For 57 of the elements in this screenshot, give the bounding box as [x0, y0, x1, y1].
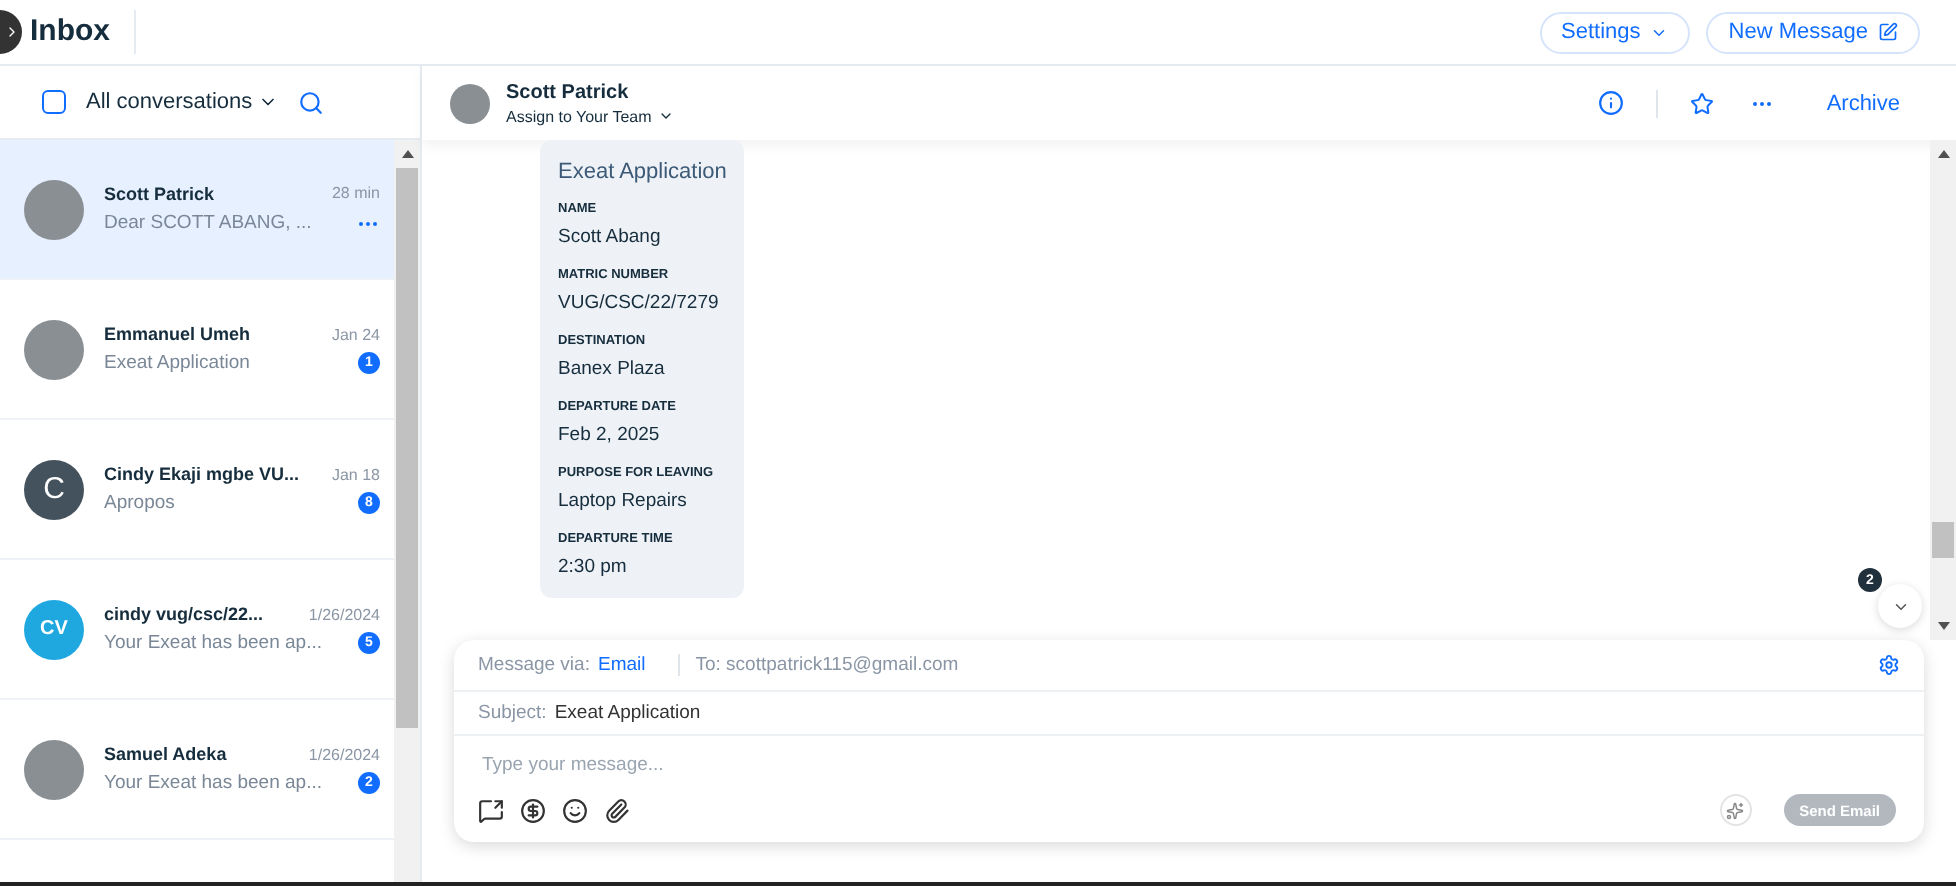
subject-label: Subject:: [478, 702, 547, 724]
field-value: Feb 2, 2025: [558, 424, 662, 446]
share-icon[interactable]: [478, 797, 504, 823]
sidebar-toggle[interactable]: [0, 10, 22, 54]
avatar-photo-placeholder: [24, 739, 84, 799]
avatar-photo-placeholder: [24, 319, 84, 379]
compose-icon: [1878, 22, 1898, 42]
message-preview: Your Exeat has been ap...: [104, 772, 322, 794]
emoji-icon[interactable]: [562, 797, 588, 823]
attachment-icon[interactable]: [604, 797, 630, 823]
star-icon[interactable]: [1690, 91, 1715, 115]
message-time: 28 min: [331, 184, 380, 202]
filter-dropdown[interactable]: All conversations: [86, 90, 279, 114]
info-icon[interactable]: [1598, 90, 1625, 116]
avatar: CV: [24, 599, 84, 659]
contact-name: Cindy Ekaji mgbe VU...: [104, 464, 300, 484]
sparkle-icon: [1726, 801, 1745, 819]
contact-name: Scott Patrick: [104, 183, 215, 203]
message-preview: Exeat Application: [104, 352, 250, 374]
avatar: C: [24, 459, 84, 519]
archive-button[interactable]: Archive: [1826, 91, 1900, 115]
chevron-icon: [657, 108, 674, 124]
avatar-photo-placeholder: [450, 83, 490, 123]
subject-text: Exeat Application: [554, 702, 701, 724]
dollar-icon[interactable]: [520, 797, 546, 823]
settings-icon[interactable]: [1878, 654, 1900, 676]
field-value: 2:30 pm: [558, 556, 629, 578]
message-time: 1/26/2024: [308, 745, 380, 763]
field-value: Banex Plaza: [558, 358, 667, 380]
contact-name: Emmanuel Umeh: [104, 324, 251, 344]
avatar-photo-placeholder: [24, 179, 84, 239]
message-time: Jan 24: [331, 325, 380, 343]
scrollbar[interactable]: [1930, 140, 1956, 640]
channel-link[interactable]: Email: [597, 654, 646, 676]
settings-button[interactable]: Settings: [1539, 11, 1691, 53]
message-time: Jan 18: [331, 465, 380, 483]
page-title: Inbox: [30, 10, 136, 54]
sparkle-button[interactable]: [1719, 794, 1752, 826]
search-icon[interactable]: [298, 89, 325, 115]
field-value: VUG/CSC/22/7279: [558, 292, 721, 314]
scrollbar[interactable]: [394, 140, 420, 882]
conversation-item[interactable]: Scott Patrick 28 min Dear SCOTT ABANG, ...: [0, 140, 394, 280]
via-label: Message via:: [478, 654, 590, 676]
message-preview: Apropos: [104, 492, 175, 514]
contact-name: Scott Patrick: [506, 81, 631, 103]
contact-name: Samuel Adeka: [104, 744, 227, 764]
contact-name: cindy vug/csc/22...: [104, 604, 264, 624]
new-message-button[interactable]: New Message: [1706, 11, 1920, 53]
card-title: Exeat Application: [558, 160, 727, 184]
select-all-checkbox[interactable]: [42, 90, 66, 114]
field-value: Scott Abang: [558, 226, 663, 248]
message-time: 1/26/2024: [308, 605, 380, 623]
recipient-text: To: scottpatrick115@gmail.com: [677, 654, 959, 676]
message-preview: Dear SCOTT ABANG, ...: [104, 212, 312, 234]
field-value: Laptop Repairs: [558, 490, 689, 512]
message-preview: Your Exeat has been ap...: [104, 632, 322, 654]
assign-dropdown[interactable]: Assign to Your Team: [506, 107, 1583, 125]
